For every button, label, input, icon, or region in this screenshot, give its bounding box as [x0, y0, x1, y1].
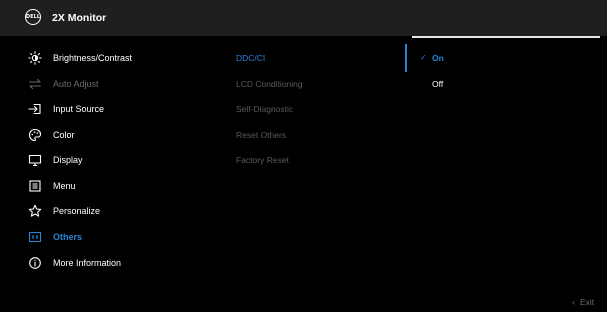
submenu-item-lcd-conditioning[interactable]: LCD Conditioning — [236, 78, 303, 90]
brightness-icon — [28, 51, 42, 65]
option-label: Off — [432, 79, 444, 89]
menu-item-label: More Information — [53, 258, 122, 268]
menu-item-menu[interactable]: Menu — [28, 179, 218, 193]
menu-item-input-source[interactable]: Input Source — [28, 102, 218, 116]
submenu-item-factory-reset[interactable]: Factory Reset — [236, 154, 289, 166]
menu-item-personalize[interactable]: Personalize — [28, 204, 218, 218]
others-icon — [28, 230, 42, 244]
checkmark-icon: ✓ — [420, 53, 427, 62]
chevron-left-icon: ‹ — [572, 297, 575, 307]
menu-item-label: Auto Adjust — [53, 79, 99, 89]
menu-item-brightness-contrast[interactable]: Brightness/Contrast — [28, 51, 218, 65]
submenu-item-reset-others[interactable]: Reset Others — [236, 129, 286, 141]
menu-item-label: Display — [53, 155, 83, 165]
input-source-icon — [28, 102, 42, 116]
info-icon — [28, 256, 42, 270]
menu-item-label: Brightness/Contrast — [53, 53, 133, 63]
menu-item-others[interactable]: Others — [28, 230, 218, 244]
menu-item-label: Input Source — [53, 104, 105, 114]
selection-indicator — [405, 44, 407, 72]
option-label: On — [432, 53, 444, 63]
monitor-osd: DELL 2X Monitor Brightness/Contrast Auto… — [0, 0, 607, 312]
exit-label: Exit — [580, 297, 595, 307]
color-palette-icon — [28, 128, 42, 142]
exit-button[interactable]: ‹ Exit — [572, 297, 594, 307]
option-on[interactable]: ✓ On — [420, 52, 444, 64]
menu-item-label: Personalize — [53, 206, 101, 216]
submenu-item-self-diagnostic[interactable]: Self-Diagnostic — [236, 103, 293, 115]
display-icon — [28, 153, 42, 167]
menu-item-auto-adjust[interactable]: Auto Adjust — [28, 77, 218, 91]
menu-item-color[interactable]: Color — [28, 128, 218, 142]
star-icon — [28, 204, 42, 218]
menu-item-label: Others — [53, 232, 83, 242]
header-divider — [412, 36, 600, 38]
monitor-title: 2X Monitor — [52, 12, 107, 24]
auto-adjust-icon — [28, 77, 42, 91]
menu-icon — [28, 179, 42, 193]
osd-header: DELL 2X Monitor — [0, 0, 607, 36]
menu-item-label: Color — [53, 130, 75, 140]
option-off[interactable]: Off — [432, 78, 443, 90]
menu-item-display[interactable]: Display — [28, 153, 218, 167]
menu-item-label: Menu — [53, 181, 76, 191]
menu-item-more-information[interactable]: More Information — [28, 256, 218, 270]
submenu-item-ddc-ci[interactable]: DDC/CI — [236, 52, 265, 64]
dell-logo: DELL — [25, 9, 41, 25]
